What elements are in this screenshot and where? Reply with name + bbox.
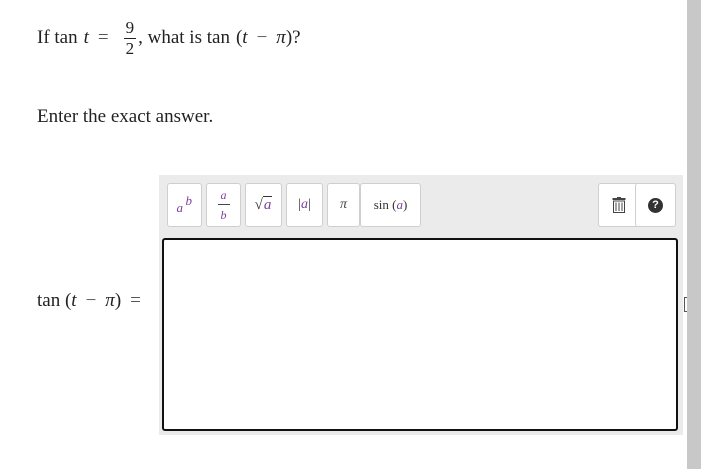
pi-icon: π xyxy=(339,197,347,212)
lhs-equals: = xyxy=(130,290,141,311)
question-equals: = xyxy=(97,27,109,48)
fraction-numerator: 9 xyxy=(123,18,137,39)
question-fraction: 92 xyxy=(123,18,137,58)
question-prefix: If tan xyxy=(37,27,78,48)
lhs-close-paren: ) xyxy=(114,290,122,311)
lhs-variable: t xyxy=(71,290,77,311)
instruction-text: Enter the exact answer. xyxy=(37,106,214,127)
sine-close-paren: ) xyxy=(402,197,408,212)
answer-lhs: tan (t − π) = xyxy=(37,290,150,312)
math-toolbar: a b a b √a |a| π sin (a) ? xyxy=(159,175,683,237)
clear-button[interactable] xyxy=(598,183,639,227)
answer-input[interactable] xyxy=(162,238,678,431)
lhs-minus: − xyxy=(85,290,97,311)
lhs-pi: π xyxy=(105,290,115,311)
radical-sign: √ xyxy=(254,196,263,213)
help-button[interactable]: ? xyxy=(635,183,676,227)
exponent-base: a xyxy=(176,200,184,215)
fraction-icon-bottom: b xyxy=(220,208,227,222)
sine-button[interactable]: sin (a) xyxy=(360,183,421,227)
sine-icon: sin (a) xyxy=(374,197,408,213)
question-expr-variable: t xyxy=(242,27,248,48)
vertical-scrollbar[interactable] xyxy=(687,0,701,469)
question-text: If tan t = 9 2, what is tan(t − π)? xyxy=(37,18,301,58)
absolute-value-button[interactable]: |a| xyxy=(286,183,323,227)
math-input-panel: a b a b √a |a| π sin (a) ? xyxy=(159,175,683,435)
lhs-open-paren: ( xyxy=(60,290,72,311)
fraction-icon: a b xyxy=(217,189,230,222)
question-expr-minus: − xyxy=(256,27,268,48)
question-expr-close: )? xyxy=(285,27,301,48)
fraction-button[interactable]: a b xyxy=(206,183,241,227)
square-root-icon: √a xyxy=(254,195,273,214)
trash-icon xyxy=(612,197,625,213)
lhs-function: tan xyxy=(37,290,61,311)
question-expr-pi: π xyxy=(276,27,286,48)
pi-button[interactable]: π xyxy=(327,183,360,227)
square-root-button[interactable]: √a xyxy=(245,183,282,227)
exponent-button[interactable]: a b xyxy=(167,183,202,227)
abs-right-bar: | xyxy=(308,197,311,212)
absolute-value-icon: |a| xyxy=(298,197,311,213)
radical-argument: a xyxy=(262,195,273,213)
fraction-icon-top: a xyxy=(217,189,230,205)
question-middle: , what is tan xyxy=(138,27,230,48)
exponent-icon: a b xyxy=(175,193,195,217)
exponent-power: b xyxy=(185,193,193,208)
question-variable: t xyxy=(83,27,89,48)
abs-argument: a xyxy=(301,197,308,212)
fraction-denominator: 2 xyxy=(125,39,135,58)
sine-name: sin xyxy=(373,197,389,212)
question-mark-icon: ? xyxy=(648,197,663,213)
